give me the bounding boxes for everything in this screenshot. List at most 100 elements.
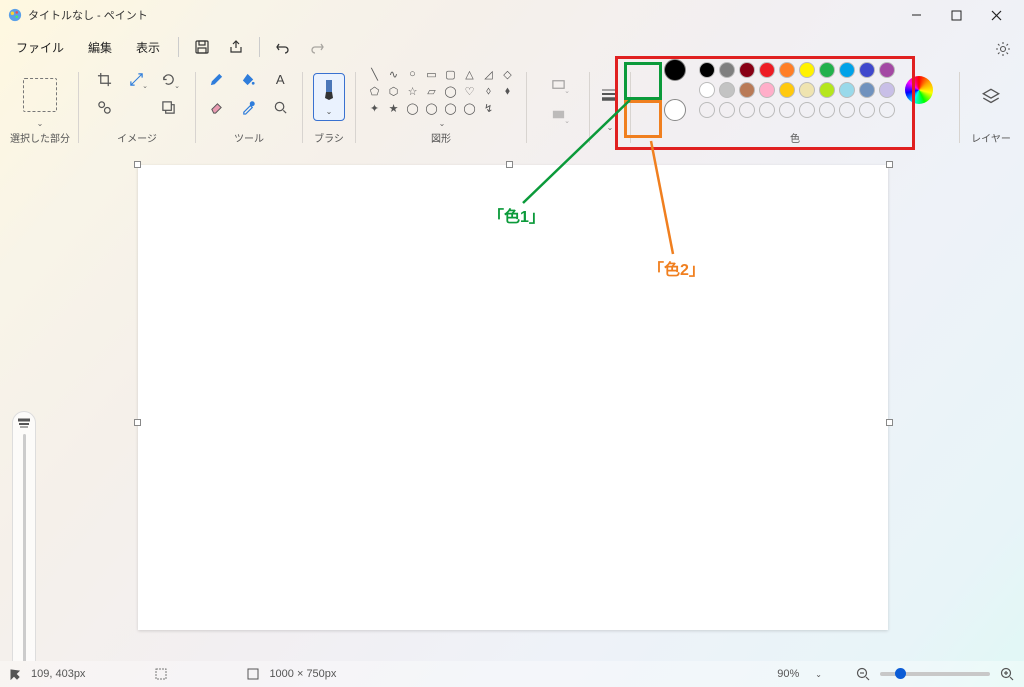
ribbon-group-shapes: ╲∿○▭▢△◿◇ ⬠⬡☆▱◯♡⬨⬧ ✦★◯◯◯◯↯ ⌄ 図形 xyxy=(358,64,524,151)
palette-swatch[interactable] xyxy=(859,102,875,118)
brush-size-icon xyxy=(17,418,31,428)
palette-swatch[interactable] xyxy=(839,102,855,118)
ribbon-group-stroke: ⌄ xyxy=(592,64,628,151)
paint-app-icon xyxy=(8,8,22,22)
palette-swatch[interactable] xyxy=(739,82,755,98)
divider xyxy=(302,72,303,143)
ribbon-group-image: ⌄ ⌄ イメージ xyxy=(81,64,193,151)
ribbon-label-tools: ツール xyxy=(234,128,264,149)
undo-button[interactable] xyxy=(268,32,298,62)
zoom-in-button[interactable] xyxy=(1000,667,1014,681)
resize-button[interactable]: ⌄ xyxy=(122,66,150,92)
ribbon-group-selection: ⌄ 選択した部分 xyxy=(4,64,76,151)
minimize-button[interactable] xyxy=(896,1,936,29)
text-tool[interactable]: A xyxy=(266,66,294,92)
palette-swatch[interactable] xyxy=(719,82,735,98)
magnifier-tool[interactable] xyxy=(266,94,294,120)
canvas[interactable] xyxy=(138,165,888,630)
palette-swatch[interactable] xyxy=(819,62,835,78)
palette-swatch[interactable] xyxy=(759,82,775,98)
palette-swatch[interactable] xyxy=(799,62,815,78)
zoom-out-button[interactable] xyxy=(856,667,870,681)
shape-outline-button[interactable]: ⌄ xyxy=(544,71,572,97)
menu-view[interactable]: 表示 xyxy=(126,35,170,60)
palette-swatch[interactable] xyxy=(699,82,715,98)
color-picker-tool[interactable] xyxy=(234,94,262,120)
divider xyxy=(355,72,356,143)
palette-swatch[interactable] xyxy=(819,82,835,98)
ribbon-group-layers: レイヤー xyxy=(962,64,1020,151)
palette-swatch[interactable] xyxy=(879,82,895,98)
close-button[interactable] xyxy=(976,1,1016,29)
canvas-handle[interactable] xyxy=(134,161,141,168)
canvas-size-icon xyxy=(247,668,259,680)
svg-text:A: A xyxy=(275,72,284,87)
divider xyxy=(78,72,79,143)
zoom-dropdown[interactable]: ⌄ xyxy=(809,670,828,679)
canvas-handle[interactable] xyxy=(886,419,893,426)
palette-swatch[interactable] xyxy=(839,82,855,98)
palette-swatch[interactable] xyxy=(699,102,715,118)
palette-swatch[interactable] xyxy=(779,82,795,98)
ribbon-group-shape-options: ⌄ ⌄ xyxy=(529,64,587,151)
zoom-slider[interactable] xyxy=(880,672,990,676)
palette-swatch[interactable] xyxy=(699,62,715,78)
ribbon-group-brush: ⌄ ブラシ xyxy=(305,64,353,151)
selection-size-icon xyxy=(155,668,167,680)
palette-swatch[interactable] xyxy=(719,62,735,78)
selection-tool[interactable] xyxy=(23,78,57,112)
palette-swatch[interactable] xyxy=(859,62,875,78)
image-expand-button[interactable] xyxy=(154,94,182,120)
redo-button[interactable] xyxy=(302,32,332,62)
palette-swatch[interactable] xyxy=(759,62,775,78)
divider xyxy=(526,72,527,143)
rotate-button[interactable]: ⌄ xyxy=(154,66,182,92)
palette-swatch[interactable] xyxy=(779,62,795,78)
canvas-area xyxy=(0,151,1024,661)
shape-fill-button[interactable]: ⌄ xyxy=(544,101,572,127)
palette-swatch[interactable] xyxy=(779,102,795,118)
palette-swatch[interactable] xyxy=(819,102,835,118)
menu-edit[interactable]: 編集 xyxy=(78,35,122,60)
color2-button[interactable] xyxy=(657,92,693,128)
share-button[interactable] xyxy=(221,32,251,62)
ribbon-label-empty xyxy=(557,132,560,149)
ribbon-label-color: 色 xyxy=(790,128,800,149)
ribbon-label-image: イメージ xyxy=(117,128,157,149)
canvas-handle[interactable] xyxy=(886,161,893,168)
palette-swatch[interactable] xyxy=(879,62,895,78)
color-palette xyxy=(699,62,895,118)
palette-swatch[interactable] xyxy=(839,62,855,78)
divider xyxy=(959,72,960,143)
brush-tool[interactable]: ⌄ xyxy=(313,73,345,121)
zoom-thumb[interactable] xyxy=(895,668,906,679)
brush-size-slider[interactable] xyxy=(12,411,36,661)
palette-swatch[interactable] xyxy=(879,102,895,118)
ribbon-label-layers: レイヤー xyxy=(971,128,1011,149)
palette-swatch[interactable] xyxy=(799,82,815,98)
save-button[interactable] xyxy=(187,32,217,62)
flip-button[interactable] xyxy=(90,94,118,120)
fill-tool[interactable] xyxy=(234,66,262,92)
stroke-width-button[interactable] xyxy=(596,82,624,108)
crop-button[interactable] xyxy=(90,66,118,92)
ribbon: ⌄ 選択した部分 ⌄ ⌄ イメージ A ツール ⌄ xyxy=(0,64,1024,151)
canvas-handle[interactable] xyxy=(134,419,141,426)
palette-swatch[interactable] xyxy=(739,102,755,118)
color1-button[interactable] xyxy=(657,52,693,88)
palette-swatch[interactable] xyxy=(799,102,815,118)
palette-swatch[interactable] xyxy=(859,82,875,98)
settings-button[interactable] xyxy=(988,34,1018,64)
palette-swatch[interactable] xyxy=(719,102,735,118)
palette-swatch[interactable] xyxy=(759,102,775,118)
edit-colors-button[interactable] xyxy=(905,76,933,104)
maximize-button[interactable] xyxy=(936,1,976,29)
eraser-tool[interactable] xyxy=(202,94,230,120)
menu-file[interactable]: ファイル xyxy=(6,35,74,60)
pencil-tool[interactable] xyxy=(202,66,230,92)
slider-track[interactable] xyxy=(23,434,26,661)
shapes-gallery[interactable]: ╲∿○▭▢△◿◇ ⬠⬡☆▱◯♡⬨⬧ ✦★◯◯◯◯↯ xyxy=(366,66,517,116)
palette-swatch[interactable] xyxy=(739,62,755,78)
layers-button[interactable] xyxy=(977,84,1005,110)
canvas-handle[interactable] xyxy=(506,161,513,168)
